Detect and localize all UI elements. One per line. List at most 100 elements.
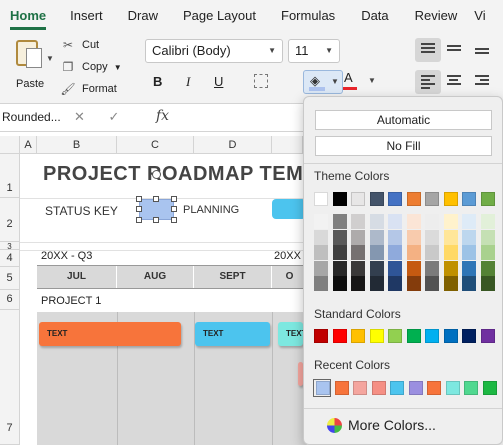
theme-shade-swatch[interactable] — [443, 245, 458, 260]
theme-shade-swatch[interactable] — [351, 260, 365, 276]
theme-color-swatch[interactable] — [332, 192, 347, 206]
theme-shade-swatch[interactable] — [462, 214, 476, 229]
resize-handle[interactable] — [153, 217, 159, 223]
align-top-button[interactable] — [415, 38, 441, 62]
row-header-1[interactable]: 1 — [0, 154, 20, 198]
check-icon[interactable]: ✓ — [109, 109, 120, 124]
name-box[interactable]: Rounded... — [0, 108, 61, 128]
theme-shade-swatch[interactable] — [480, 214, 495, 229]
resize-handle[interactable] — [171, 206, 177, 212]
recent-color-swatch[interactable] — [371, 381, 386, 395]
rotate-handle[interactable] — [152, 170, 161, 179]
month-header[interactable]: O — [272, 266, 307, 288]
standard-color-swatch[interactable] — [369, 329, 384, 343]
month-header[interactable]: SEPT — [194, 266, 272, 288]
theme-shade-swatch[interactable] — [480, 245, 495, 260]
format-painter-button[interactable]: 🖌 Format — [60, 82, 116, 96]
status-key-label[interactable]: STATUS KEY — [45, 204, 118, 218]
theme-color-swatch[interactable] — [480, 192, 495, 206]
chevron-down-icon[interactable]: ▼ — [331, 77, 339, 86]
theme-shade-swatch[interactable] — [388, 260, 402, 276]
theme-shade-swatch[interactable] — [443, 229, 458, 245]
tab-home[interactable]: Home — [10, 8, 47, 30]
theme-shade-swatch[interactable] — [369, 245, 384, 260]
theme-shade-swatch[interactable] — [425, 229, 439, 245]
align-left-button[interactable] — [415, 70, 441, 94]
theme-shade-swatch[interactable] — [480, 276, 495, 291]
project-label[interactable]: PROJECT 1 — [41, 295, 101, 307]
column-header-d[interactable]: D — [194, 136, 272, 154]
borders-button[interactable] — [254, 74, 268, 88]
more-colors-button[interactable]: More Colors... — [348, 417, 436, 433]
paste-button[interactable]: ▼ Paste — [10, 38, 54, 96]
theme-shade-swatch[interactable] — [332, 214, 347, 229]
task-bar[interactable]: TEXT — [195, 322, 270, 346]
theme-shade-swatch[interactable] — [351, 214, 365, 229]
standard-color-swatch[interactable] — [462, 329, 476, 343]
theme-shade-swatch[interactable] — [425, 245, 439, 260]
close-icon[interactable]: ✕ — [74, 109, 85, 124]
resize-handle[interactable] — [171, 217, 177, 223]
fill-color-button[interactable]: ◈ ▼ — [303, 70, 343, 94]
status-key-shape[interactable] — [272, 199, 306, 219]
recent-color-swatch[interactable] — [334, 381, 349, 395]
theme-shade-swatch[interactable] — [388, 245, 402, 260]
recent-color-swatch[interactable] — [408, 381, 423, 395]
standard-color-swatch[interactable] — [314, 329, 328, 343]
theme-shade-swatch[interactable] — [351, 245, 365, 260]
column-header-e[interactable] — [272, 136, 303, 154]
theme-shade-swatch[interactable] — [406, 229, 421, 245]
theme-shade-swatch[interactable] — [425, 276, 439, 291]
resize-handle[interactable] — [136, 217, 142, 223]
chevron-down-icon[interactable]: ▼ — [368, 76, 376, 85]
recent-color-swatch[interactable] — [390, 381, 404, 395]
recent-color-swatch[interactable] — [427, 381, 441, 395]
column-header-c[interactable]: C — [117, 136, 194, 154]
column-header-b[interactable]: B — [37, 136, 117, 154]
theme-shade-swatch[interactable] — [314, 260, 328, 276]
theme-color-swatch[interactable] — [443, 192, 458, 206]
theme-shade-swatch[interactable] — [332, 276, 347, 291]
theme-shade-swatch[interactable] — [369, 214, 384, 229]
theme-shade-swatch[interactable] — [406, 276, 421, 291]
standard-color-swatch[interactable] — [406, 329, 421, 343]
standard-color-swatch[interactable] — [332, 329, 347, 343]
row-header-5[interactable]: 5 — [0, 267, 20, 290]
cut-button[interactable]: ✂ Cut — [60, 38, 99, 52]
theme-shade-swatch[interactable] — [480, 229, 495, 245]
theme-shade-swatch[interactable] — [332, 245, 347, 260]
font-color-button[interactable]: A — [344, 70, 353, 85]
quarter-label[interactable]: 20XX — [274, 250, 301, 262]
recent-color-swatch[interactable] — [445, 381, 460, 395]
tab-insert[interactable]: Insert — [70, 8, 103, 30]
theme-shade-swatch[interactable] — [314, 245, 328, 260]
font-size-select[interactable]: 11 ▼ — [288, 39, 340, 63]
insert-function-button[interactable]: fx — [156, 108, 169, 124]
planning-label[interactable]: PLANNING — [183, 204, 239, 216]
theme-color-swatch[interactable] — [388, 192, 402, 206]
task-bar[interactable]: TEXT — [278, 322, 306, 346]
resize-handle[interactable] — [136, 206, 142, 212]
theme-shade-swatch[interactable] — [425, 260, 439, 276]
theme-shade-swatch[interactable] — [406, 260, 421, 276]
automatic-button[interactable]: Automatic — [315, 110, 492, 130]
theme-shade-swatch[interactable] — [369, 276, 384, 291]
theme-shade-swatch[interactable] — [425, 214, 439, 229]
tab-view[interactable]: Vi — [474, 8, 485, 30]
tab-data[interactable]: Data — [361, 8, 388, 30]
align-bottom-button[interactable] — [469, 38, 495, 62]
recent-color-swatch[interactable] — [464, 381, 478, 395]
theme-shade-swatch[interactable] — [332, 229, 347, 245]
row-header-6[interactable]: 6 — [0, 290, 20, 310]
theme-color-swatch[interactable] — [369, 192, 384, 206]
font-name-select[interactable]: Calibri (Body) ▼ — [145, 39, 283, 63]
resize-handle[interactable] — [171, 196, 177, 202]
task-bar[interactable]: TEXT — [39, 322, 181, 346]
theme-color-swatch[interactable] — [406, 192, 421, 206]
theme-shade-swatch[interactable] — [369, 229, 384, 245]
row-header-2[interactable]: 2 — [0, 198, 20, 242]
bold-button[interactable]: B — [153, 74, 162, 89]
theme-shade-swatch[interactable] — [406, 214, 421, 229]
sheet-title[interactable]: PROJECT ROADMAP TEMP — [43, 163, 317, 186]
copy-button[interactable]: ❐ Copy ▼ — [60, 60, 122, 74]
